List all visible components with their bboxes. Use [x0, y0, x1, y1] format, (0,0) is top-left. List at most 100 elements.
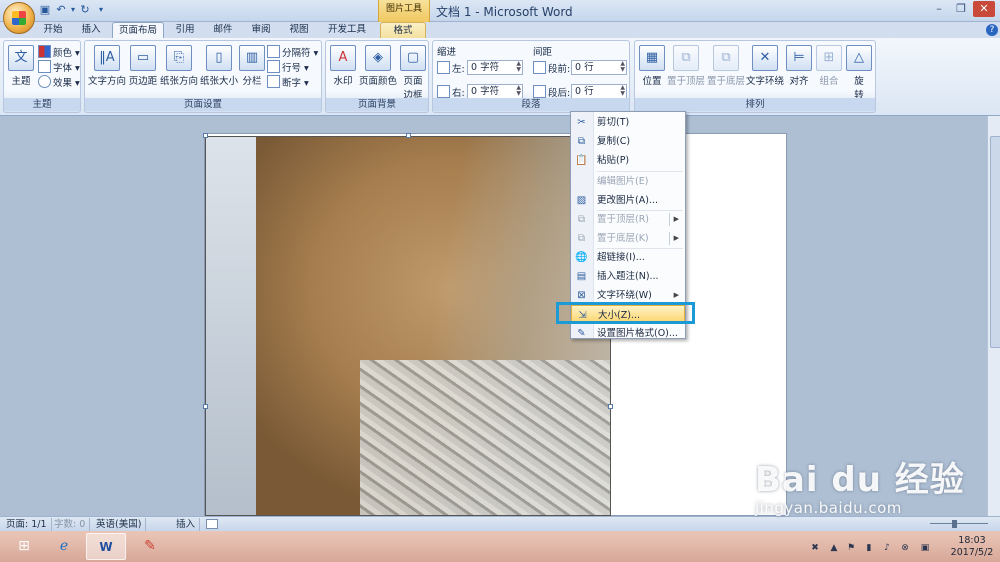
customize-qat-icon[interactable]: ▾ [94, 3, 108, 17]
taskbar-clock[interactable]: 18:03 2017/5/2 [948, 535, 996, 559]
themes-icon: 文 [8, 45, 34, 71]
menu-item-cut[interactable]: ✂ 剪切(T) [571, 113, 685, 132]
tray-battery-icon[interactable]: ▮ [864, 543, 874, 553]
picture-tools-label: 图片工具 [378, 0, 430, 22]
bring-front-label: 置于顶层 [667, 76, 706, 87]
bring-front-button[interactable]: ⧉ 置于顶层 [667, 45, 705, 87]
indent-left-input[interactable]: 0 字符 ▲ ▼ [467, 60, 523, 75]
resize-handle[interactable] [608, 404, 613, 409]
menu-item-copy[interactable]: ⧉ 复制(C) [571, 132, 685, 151]
page-color-button[interactable]: ◈ 页面颜色 [358, 45, 398, 87]
hyphenation-button[interactable]: 断字 ▾ [267, 75, 309, 89]
tab-home[interactable]: 开始 [36, 22, 70, 38]
page-borders-button[interactable]: ▢ 页面 边框 [398, 45, 428, 101]
menu-item-bring-front[interactable]: ⧉ 置于顶层(R) ▶ [571, 210, 685, 229]
page-borders-label-1: 页面 [403, 76, 423, 87]
word-taskbar-icon[interactable]: W [86, 533, 126, 560]
themes-group-label: 主题 [4, 98, 80, 111]
indent-left-label: 左: [437, 61, 465, 75]
picture-sky-region [206, 137, 256, 515]
spacing-before-label: 段前: [533, 61, 570, 75]
tray-input-icon[interactable]: ▣ [920, 543, 930, 553]
margins-button[interactable]: ▭ 页边距 [127, 45, 159, 87]
menu-item-paste[interactable]: 📋 粘贴(P) [571, 151, 685, 170]
tab-mailings[interactable]: 邮件 [206, 22, 240, 38]
spacing-before-input[interactable]: 0 行 ▲ ▼ [571, 60, 627, 75]
menu-item-insert-caption[interactable]: ▤ 插入题注(N)... [571, 267, 685, 286]
hyphenation-label: 断字 [282, 78, 302, 89]
redo-icon[interactable]: ↻ [78, 3, 92, 17]
breaks-button[interactable]: 分隔符 ▾ [267, 45, 318, 59]
theme-effects-button[interactable]: 效果 ▾ [38, 75, 80, 89]
page-size-icon: ▯ [206, 45, 232, 71]
theme-fonts-button[interactable]: 字体 ▾ [38, 60, 80, 74]
line-numbers-button[interactable]: 行号 ▾ [267, 60, 309, 74]
menu-item-change-picture[interactable]: ▨ 更改图片(A)... [571, 191, 685, 210]
status-page[interactable]: 页面: 1/1 [2, 518, 52, 531]
status-insert-mode[interactable]: 插入 [172, 518, 201, 531]
group-button[interactable]: ⊞ 组合 [815, 45, 843, 87]
page-background-group: A 水印 ◈ 页面颜色 ▢ 页面 边框 页面背景 [325, 40, 429, 113]
paint-icon[interactable]: ✎ [130, 533, 170, 560]
minimize-button[interactable]: – [928, 1, 950, 17]
submenu-arrow-icon: ▶ [673, 234, 679, 242]
align-button[interactable]: ⊨ 对齐 [785, 45, 813, 87]
tab-insert[interactable]: 插入 [74, 22, 108, 38]
indent-left-value: 0 字符 [471, 62, 500, 73]
tab-page-layout[interactable]: 页面布局 [112, 22, 164, 38]
tab-references[interactable]: 引用 [168, 22, 202, 38]
restore-button[interactable]: ❐ [950, 1, 972, 17]
rotate-icon: △ [846, 45, 872, 71]
resize-handle[interactable] [203, 133, 208, 138]
spacing-after-input[interactable]: 0 行 ▲ ▼ [571, 84, 627, 99]
save-icon[interactable]: ▣ [38, 3, 52, 17]
text-direction-label: 文字方向 [87, 76, 126, 87]
office-button[interactable] [3, 2, 35, 34]
windows-start-icon[interactable]: ⊞ [4, 533, 44, 560]
spin-arrows-icon[interactable]: ▲ ▼ [620, 85, 625, 97]
line-numbers-icon [267, 60, 280, 73]
help-icon[interactable]: ? [986, 24, 998, 36]
menu-item-format-picture[interactable]: ✎ 设置图片格式(O)... [571, 324, 685, 343]
scrollbar-thumb[interactable] [990, 136, 1000, 348]
tab-view[interactable]: 视图 [282, 22, 316, 38]
resize-handle[interactable] [406, 133, 411, 138]
tray-volume-icon[interactable]: ♪ [882, 543, 892, 553]
tab-developer[interactable]: 开发工具 [322, 22, 372, 38]
themes-button[interactable]: 文 主题 [7, 45, 35, 87]
page-size-button[interactable]: ▯ 纸张大小 [199, 45, 239, 87]
macro-record-icon[interactable] [206, 519, 218, 529]
orientation-label: 纸张方向 [159, 76, 198, 87]
columns-button[interactable]: ▥ 分栏 [239, 45, 265, 87]
tray-app-icon[interactable]: ✖ [810, 543, 820, 553]
watermark-button[interactable]: A 水印 [328, 45, 358, 87]
status-words[interactable]: 字数: 0 [50, 518, 91, 531]
status-language[interactable]: 英语(美国) [92, 518, 147, 531]
rotate-button[interactable]: △ 旋转 [845, 45, 873, 101]
send-back-button[interactable]: ⧉ 置于底层 [707, 45, 745, 87]
breaks-label: 分隔符 [282, 48, 311, 59]
tray-network-icon[interactable]: ▲ [829, 543, 839, 553]
tab-review[interactable]: 审阅 [244, 22, 278, 38]
tray-close-icon[interactable]: ⊗ [900, 543, 910, 553]
orientation-button[interactable]: ⎘ 纸张方向 [159, 45, 199, 87]
close-button[interactable]: ✕ [973, 1, 995, 17]
theme-colors-button[interactable]: 颜色 ▾ [38, 45, 80, 59]
menu-item-send-back[interactable]: ⧉ 置于底层(K) ▶ [571, 229, 685, 248]
menu-item-edit-picture[interactable]: 编辑图片(E) [571, 172, 685, 191]
internet-explorer-icon[interactable]: ℯ [44, 533, 84, 560]
spin-arrows-icon[interactable]: ▲ ▼ [516, 61, 521, 73]
send-back-label: 置于底层 [707, 76, 746, 87]
spin-arrows-icon[interactable]: ▲ ▼ [516, 85, 521, 97]
watermark-icon: A [330, 45, 356, 71]
tray-flag-icon[interactable]: ⚑ [846, 543, 856, 553]
spin-arrows-icon[interactable]: ▲ ▼ [620, 61, 625, 73]
text-direction-button[interactable]: ‖A 文字方向 [87, 45, 127, 87]
tab-format[interactable]: 格式 [380, 22, 426, 38]
page-background-group-label: 页面背景 [326, 98, 428, 111]
position-button[interactable]: ▦ 位置 [637, 45, 667, 87]
resize-handle[interactable] [203, 404, 208, 409]
indent-right-input[interactable]: 0 字符 ▲ ▼ [467, 84, 523, 99]
text-wrap-button[interactable]: ✕ 文字环绕 [745, 45, 785, 87]
menu-item-hyperlink[interactable]: 🌐 超链接(I)... [571, 248, 685, 267]
